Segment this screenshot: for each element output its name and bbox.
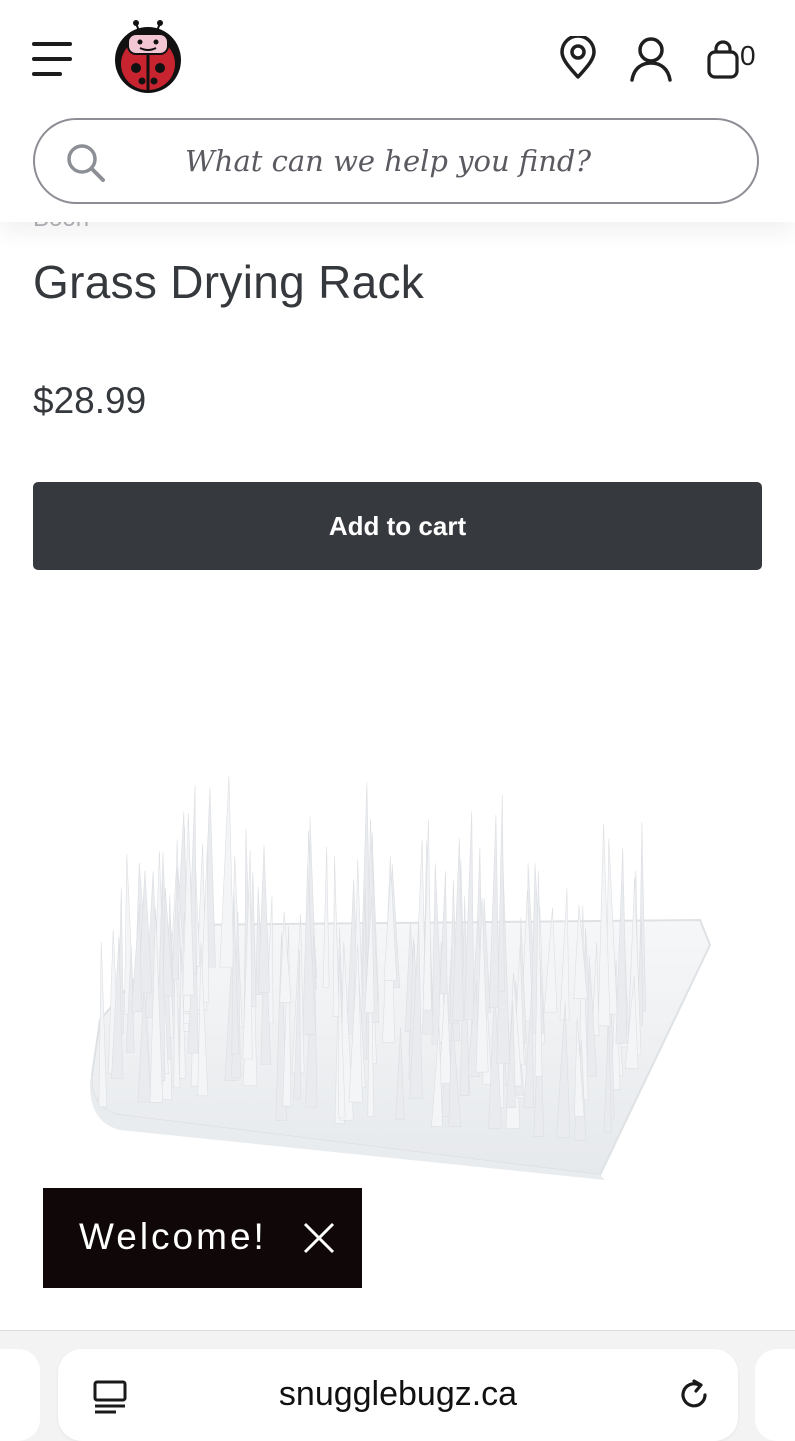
search-icon[interactable] <box>65 142 107 189</box>
grass-blade <box>219 776 235 968</box>
product-image[interactable] <box>80 770 720 1195</box>
browser-bottom-bar: snugglebugz.ca <box>0 1330 795 1441</box>
cart-icon[interactable] <box>706 40 740 85</box>
product-title: Grass Drying Rack <box>33 256 425 308</box>
grass-blade <box>422 819 432 1011</box>
search-input[interactable] <box>185 138 705 184</box>
welcome-text: Welcome! <box>79 1216 267 1257</box>
add-to-cart-button[interactable]: Add to cart <box>33 482 762 570</box>
search-bar[interactable] <box>33 118 759 204</box>
grass-blade <box>463 811 475 1020</box>
grass-blade <box>497 794 505 992</box>
cart-count[interactable]: 0 <box>740 40 756 72</box>
account-icon[interactable] <box>628 36 674 87</box>
reload-icon[interactable] <box>676 1377 712 1418</box>
grass-blade <box>488 814 500 1008</box>
site-header: 0 <box>0 0 795 222</box>
grass-blade <box>257 845 270 993</box>
url-text[interactable]: snugglebugz.ca <box>58 1375 738 1414</box>
store-locator-icon[interactable] <box>558 34 598 85</box>
grass-blade <box>322 847 330 988</box>
welcome-toast: Welcome! <box>43 1188 362 1288</box>
address-bar[interactable]: snugglebugz.ca <box>58 1349 738 1441</box>
previous-tab-edge[interactable] <box>0 1349 40 1441</box>
next-tab-edge[interactable] <box>755 1349 795 1441</box>
product-price: $28.99 <box>33 380 147 421</box>
ladybug-logo[interactable] <box>110 18 186 96</box>
close-icon[interactable] <box>301 1220 337 1261</box>
menu-icon[interactable] <box>30 38 76 80</box>
